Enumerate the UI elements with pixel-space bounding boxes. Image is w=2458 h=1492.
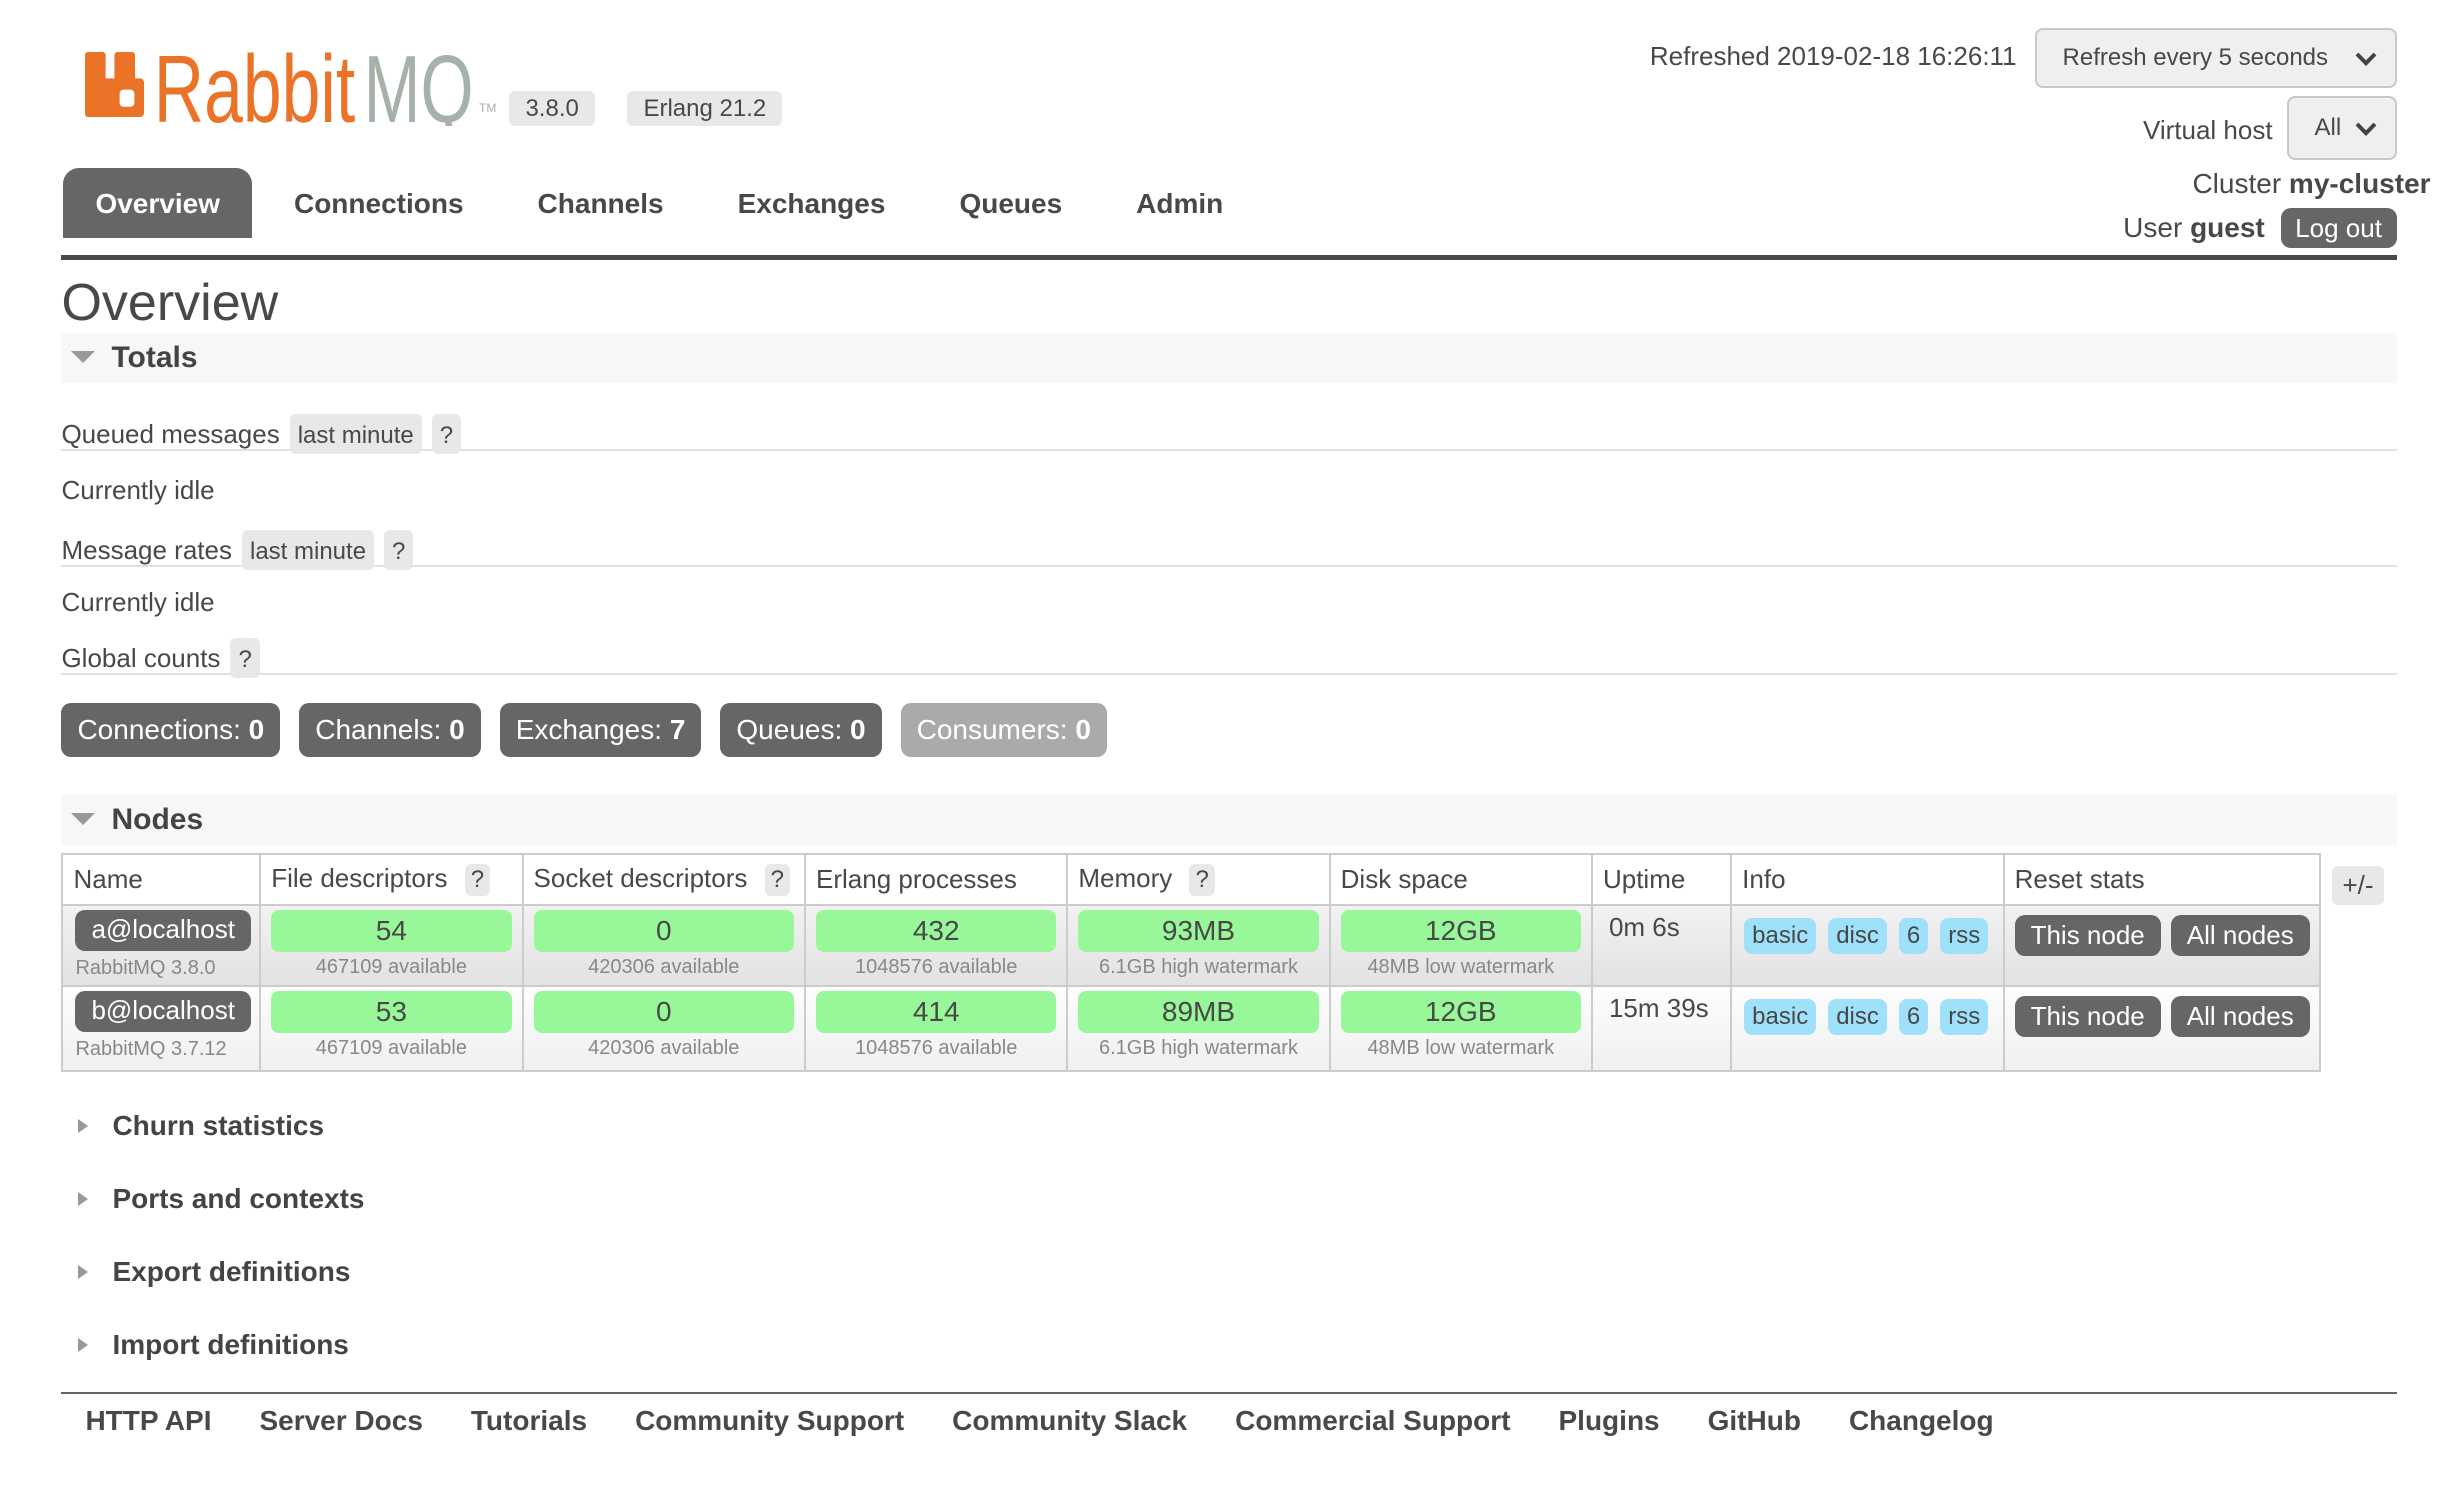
svg-text:TM: TM xyxy=(479,101,496,115)
svg-text:MQ: MQ xyxy=(364,50,474,126)
svg-text:Rabbit: Rabbit xyxy=(154,50,355,126)
